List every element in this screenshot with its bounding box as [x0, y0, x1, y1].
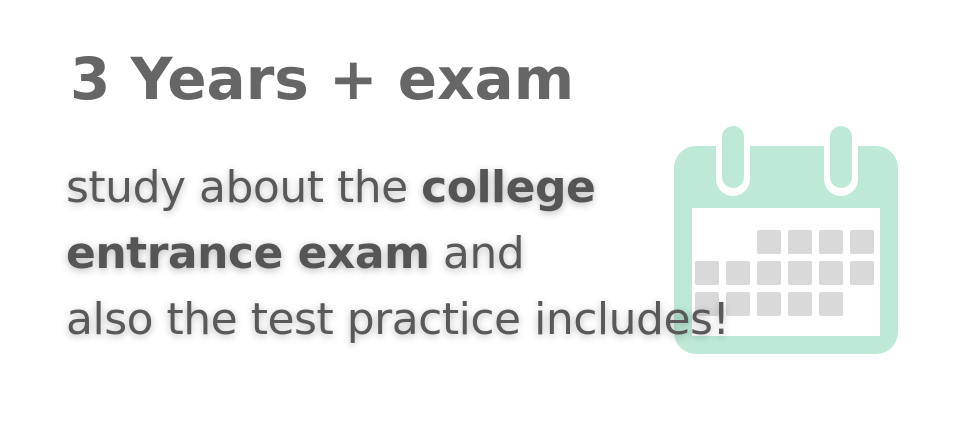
body-line-1-bold: college [421, 162, 596, 213]
calendar-day-cell [850, 261, 874, 285]
calendar-day-cell [788, 261, 812, 285]
body-text: study about the college entrance exam an… [66, 155, 730, 353]
body-line-1-plain: study about the [66, 162, 422, 213]
calendar-day-cell [819, 230, 843, 254]
body-line-2: entrance exam and [66, 221, 730, 287]
calendar-day-cell [757, 292, 781, 316]
body-line-3-plain: also the test practice includes! [66, 294, 730, 345]
body-line-3: also the test practice includes! [66, 287, 730, 353]
body-line-1: study about the college [66, 155, 730, 221]
calendar-day-cell [757, 230, 781, 254]
slide: 3 Years + exam study about the college e… [0, 0, 968, 427]
calendar-day-cell [819, 292, 843, 316]
calendar-day-cell [788, 230, 812, 254]
body-line-2-plain: and [429, 228, 525, 279]
calendar-day-cell [726, 261, 750, 285]
headline-text: 3 Years + exam [70, 45, 575, 113]
calendar-day-cell [788, 292, 812, 316]
calendar-day-cell [819, 261, 843, 285]
calendar-ring-right [830, 126, 852, 188]
body-line-2-bold: entrance exam [66, 228, 430, 279]
headline: 3 Years + exam [70, 45, 575, 113]
calendar-day-cell [850, 230, 874, 254]
calendar-day-cell [757, 261, 781, 285]
